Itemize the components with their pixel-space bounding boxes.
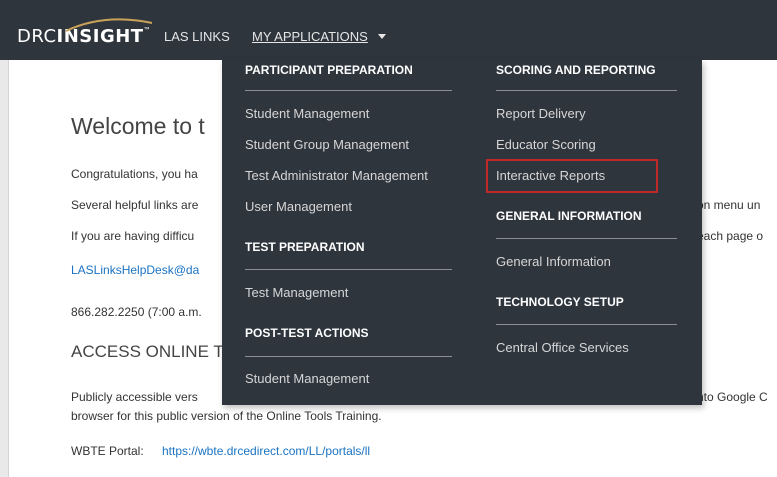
helpful-links-text-tail: on menu un xyxy=(697,198,761,212)
chevron-down-icon[interactable] xyxy=(378,34,386,39)
public-version-text-line2: browser for this public version of the O… xyxy=(71,409,382,423)
post-test-actions-header: POST-TEST ACTIONS xyxy=(245,326,369,340)
helpdesk-email-link[interactable]: LASLinksHelpDesk@da xyxy=(71,263,199,277)
nav-my-applications[interactable]: MY APPLICATIONS xyxy=(252,29,368,44)
participant-preparation-header: PARTICIPANT PREPARATION xyxy=(245,63,413,77)
helpful-links-text: Several helpful links are xyxy=(71,198,199,212)
nav-las-links[interactable]: LAS LINKS xyxy=(164,29,230,44)
menu-item-central-office-services[interactable]: Central Office Services xyxy=(496,340,629,355)
divider xyxy=(496,90,677,91)
menu-item-test-administrator-management[interactable]: Test Administrator Management xyxy=(245,168,428,183)
logo-swoosh-icon xyxy=(65,18,153,32)
my-applications-dropdown: PARTICIPANT PREPARATION Student Manageme… xyxy=(222,60,702,405)
technology-setup-header: TECHNOLOGY SETUP xyxy=(496,295,624,309)
scoring-and-reporting-header: SCORING AND REPORTING xyxy=(496,63,656,77)
top-nav-bar: DRC INSIGHT ™ LAS LINKS MY APPLICATIONS xyxy=(0,0,777,60)
divider xyxy=(245,356,452,357)
menu-item-user-management[interactable]: User Management xyxy=(245,199,352,214)
public-version-text: Publicly accessible vers xyxy=(71,390,198,404)
test-preparation-header: TEST PREPARATION xyxy=(245,240,365,254)
menu-item-report-delivery[interactable]: Report Delivery xyxy=(496,106,586,121)
drc-insight-logo[interactable]: DRC INSIGHT ™ xyxy=(17,18,153,49)
wbte-portal-label: WBTE Portal: xyxy=(71,444,144,458)
public-version-text-tail: nto Google C xyxy=(697,390,768,404)
congrats-text: Congratulations, you ha xyxy=(71,167,198,181)
divider xyxy=(245,90,452,91)
menu-item-post-test-student-management[interactable]: Student Management xyxy=(245,371,369,386)
menu-item-student-management[interactable]: Student Management xyxy=(245,106,369,121)
menu-item-general-information[interactable]: General Information xyxy=(496,254,611,269)
difficulty-text-tail: each page o xyxy=(697,229,764,243)
menu-item-student-group-management[interactable]: Student Group Management xyxy=(245,137,409,152)
phone-text: 866.282.2250 (7:00 a.m. xyxy=(71,305,202,319)
wbte-portal-link[interactable]: https://wbte.drcedirect.com/LL/portals/l… xyxy=(162,444,370,458)
logo-drc-text: DRC xyxy=(17,25,57,47)
divider xyxy=(245,269,452,270)
divider xyxy=(496,324,677,325)
general-information-header: GENERAL INFORMATION xyxy=(496,209,642,223)
menu-item-test-management[interactable]: Test Management xyxy=(245,285,348,300)
difficulty-text: If you are having difficu xyxy=(71,229,195,243)
interactive-reports-highlight xyxy=(486,159,658,193)
page-title: Welcome to t xyxy=(71,113,205,139)
menu-item-educator-scoring[interactable]: Educator Scoring xyxy=(496,137,596,152)
access-online-heading: ACCESS ONLINE T xyxy=(71,342,224,361)
divider xyxy=(496,238,677,239)
